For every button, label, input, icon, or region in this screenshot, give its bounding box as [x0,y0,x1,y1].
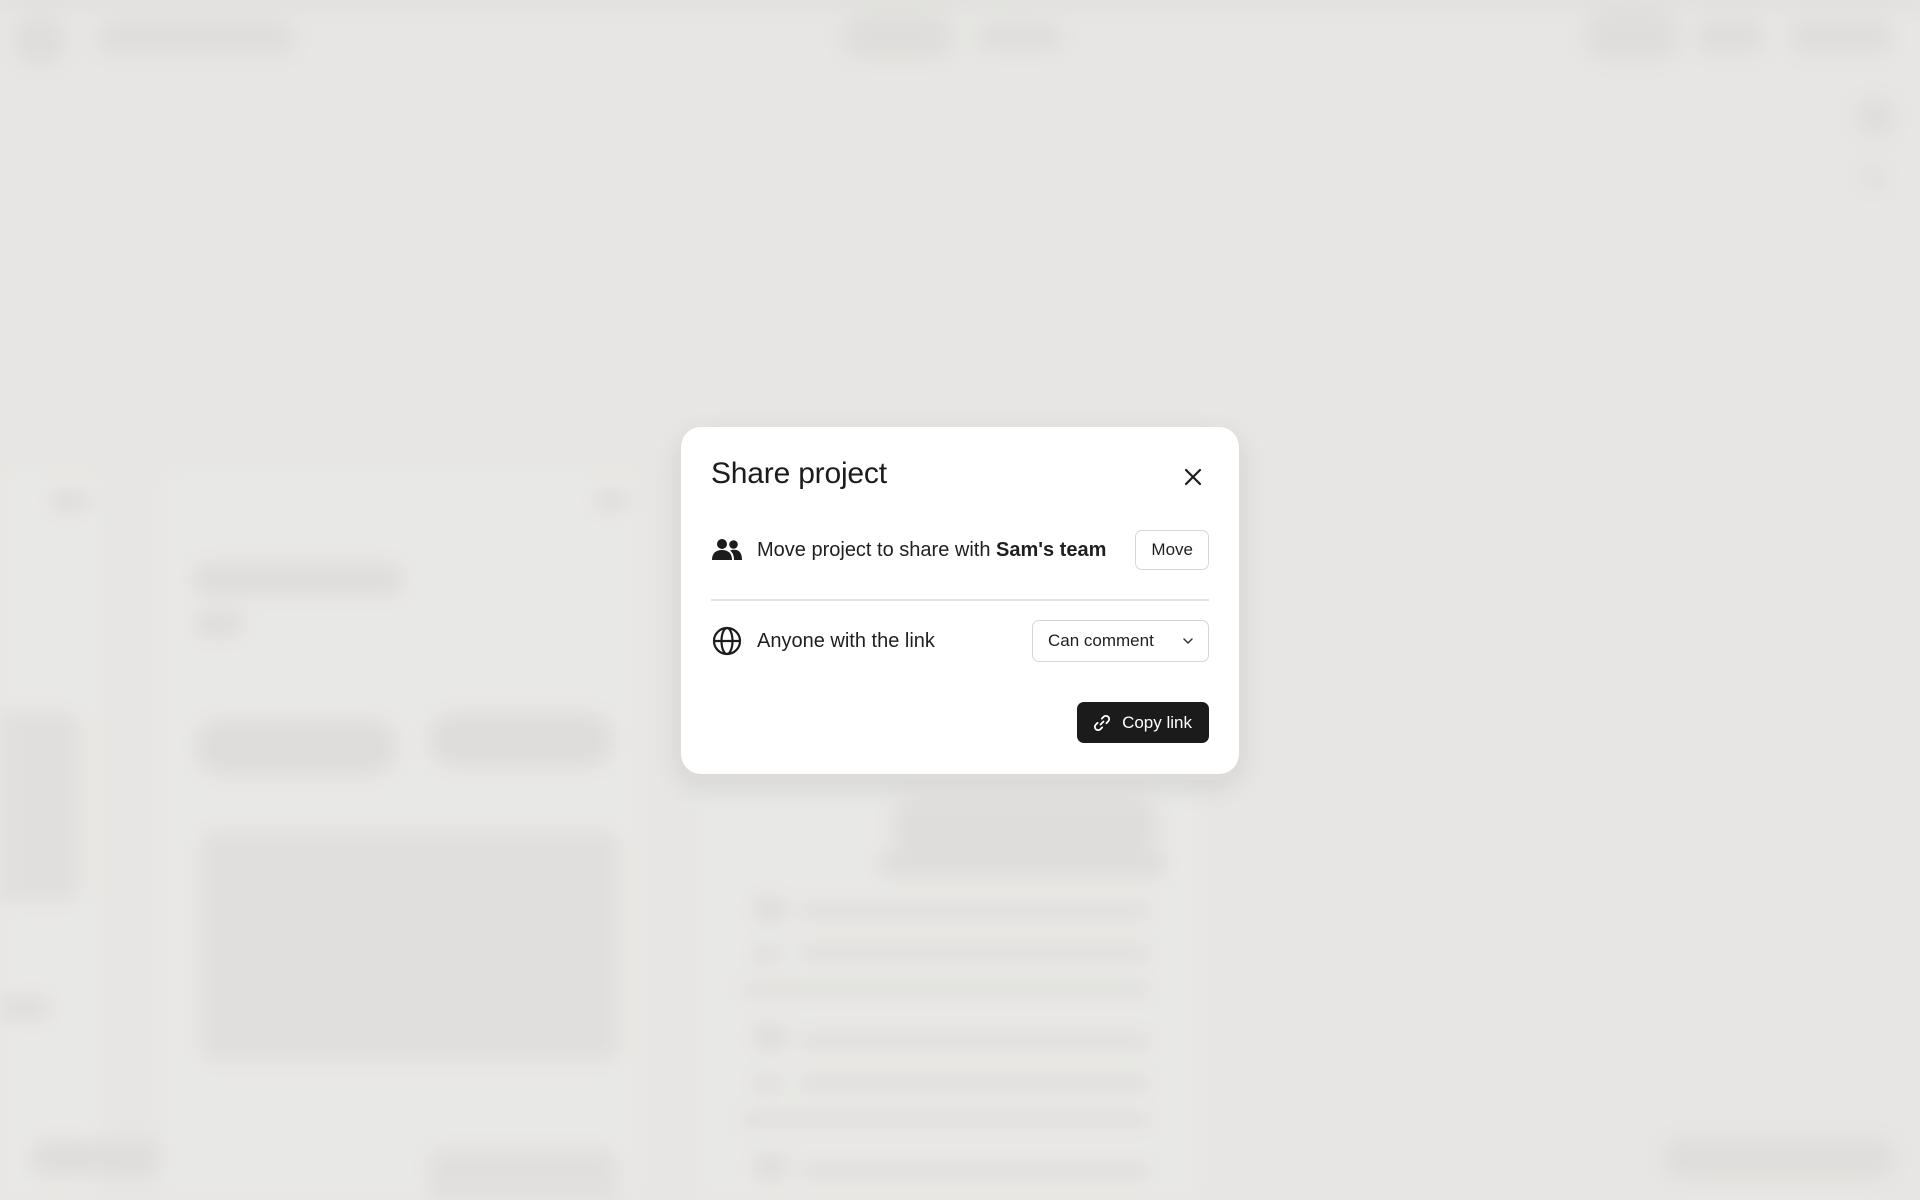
move-project-row: Move project to share with Sam's team Mo… [711,519,1209,581]
move-project-prefix: Move project to share with [757,538,996,561]
close-icon [1184,468,1202,486]
team-name: Sam's team [996,538,1107,561]
chevron-down-icon [1183,638,1193,644]
link-access-row: Anyone with the link Can comment [711,620,1209,662]
move-button[interactable]: Move [1135,530,1209,570]
share-project-dialog: Share project Move project to share with… [681,427,1239,774]
permission-selected-value: Can comment [1048,631,1154,650]
copy-link-label: Copy link [1122,712,1192,732]
move-project-text: Move project to share with Sam's team [757,535,1135,566]
copy-link-button[interactable]: Copy link [1077,702,1209,743]
close-button[interactable] [1179,463,1207,491]
divider [711,599,1209,601]
link-icon [1092,713,1112,733]
permission-dropdown[interactable]: Can comment [1032,620,1209,662]
dialog-title: Share project [711,457,887,490]
link-access-label: Anyone with the link [757,629,935,652]
globe-icon [711,625,743,657]
people-icon [711,534,743,566]
